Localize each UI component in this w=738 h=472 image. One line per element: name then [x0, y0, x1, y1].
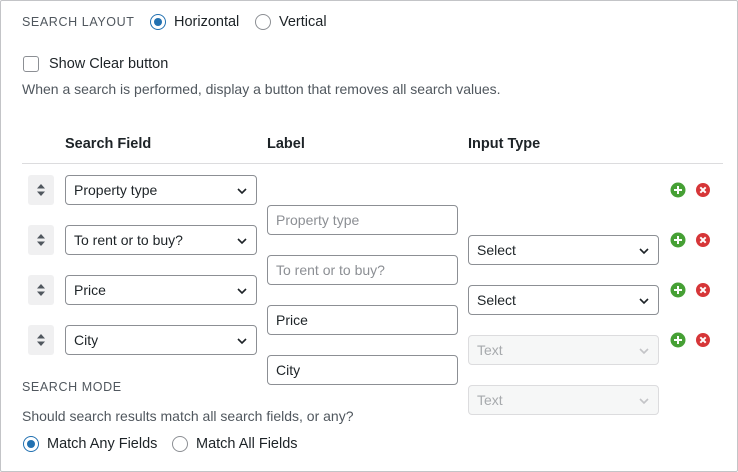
search-field-value: City — [74, 332, 99, 348]
chevron-down-icon — [237, 288, 247, 295]
drag-handle[interactable] — [28, 225, 54, 255]
show-clear-label: Show Clear button — [49, 56, 169, 72]
label-value: City — [276, 362, 301, 378]
search-settings-panel: SEARCH LAYOUT Horizontal Vertical Show C… — [0, 0, 738, 472]
match-any-radio[interactable] — [23, 436, 39, 452]
match-any-label: Match Any Fields — [47, 436, 158, 452]
header-divider — [22, 163, 723, 164]
layout-horizontal-radio[interactable] — [150, 14, 166, 30]
drag-handle[interactable] — [28, 275, 54, 305]
plus-circle-icon[interactable] — [670, 182, 686, 198]
x-circle-icon[interactable] — [695, 182, 711, 198]
search-field-select[interactable]: Property type — [65, 175, 257, 205]
table-row: Price Price Text — [1, 275, 737, 365]
plus-circle-icon[interactable] — [670, 282, 686, 298]
search-layout-label: SEARCH LAYOUT — [22, 15, 135, 29]
drag-handle[interactable] — [28, 175, 54, 205]
input-type-select-disabled: Text — [468, 385, 659, 415]
table-row: To rent or to buy? To rent or to buy? Se… — [1, 225, 737, 315]
search-field-select[interactable]: To rent or to buy? — [65, 225, 257, 255]
drag-handle[interactable] — [28, 325, 54, 355]
x-circle-icon[interactable] — [695, 282, 711, 298]
chevron-down-icon — [237, 238, 247, 245]
x-circle-icon[interactable] — [695, 232, 711, 248]
layout-horizontal-label: Horizontal — [174, 14, 240, 30]
show-clear-description: When a search is performed, display a bu… — [22, 81, 501, 97]
search-field-value: To rent or to buy? — [74, 232, 183, 248]
match-all-option[interactable]: Match All Fields — [172, 436, 298, 452]
sort-arrows-icon — [37, 284, 45, 296]
search-field-value: Property type — [74, 182, 158, 198]
sort-arrows-icon — [37, 184, 45, 196]
show-clear-option[interactable]: Show Clear button — [23, 56, 168, 72]
match-all-label: Match All Fields — [196, 436, 298, 452]
layout-vertical-radio[interactable] — [255, 14, 271, 30]
search-field-value: Price — [74, 282, 106, 298]
search-mode-label: SEARCH MODE — [22, 380, 122, 394]
header-search-field: Search Field — [65, 136, 152, 152]
header-label: Label — [267, 136, 305, 152]
label-input[interactable]: City — [267, 355, 458, 385]
chevron-down-icon — [639, 398, 649, 405]
plus-circle-icon[interactable] — [670, 232, 686, 248]
sort-arrows-icon — [37, 234, 45, 246]
match-all-radio[interactable] — [172, 436, 188, 452]
search-field-select[interactable]: City — [65, 325, 257, 355]
show-clear-checkbox[interactable] — [23, 56, 39, 72]
sort-arrows-icon — [37, 334, 45, 346]
table-row: City City Text — [1, 325, 737, 415]
input-type-value: Text — [477, 392, 503, 408]
chevron-down-icon — [237, 338, 247, 345]
search-field-select[interactable]: Price — [65, 275, 257, 305]
match-any-option[interactable]: Match Any Fields — [23, 436, 157, 452]
chevron-down-icon — [237, 188, 247, 195]
search-mode-description: Should search results match all search f… — [22, 408, 354, 424]
layout-vertical-option[interactable]: Vertical — [255, 14, 327, 30]
x-circle-icon[interactable] — [695, 332, 711, 348]
layout-vertical-label: Vertical — [279, 14, 327, 30]
table-row: Property type Property type Select — [1, 175, 737, 265]
plus-circle-icon[interactable] — [670, 332, 686, 348]
layout-horizontal-option[interactable]: Horizontal — [150, 14, 239, 30]
header-input-type: Input Type — [468, 136, 541, 152]
